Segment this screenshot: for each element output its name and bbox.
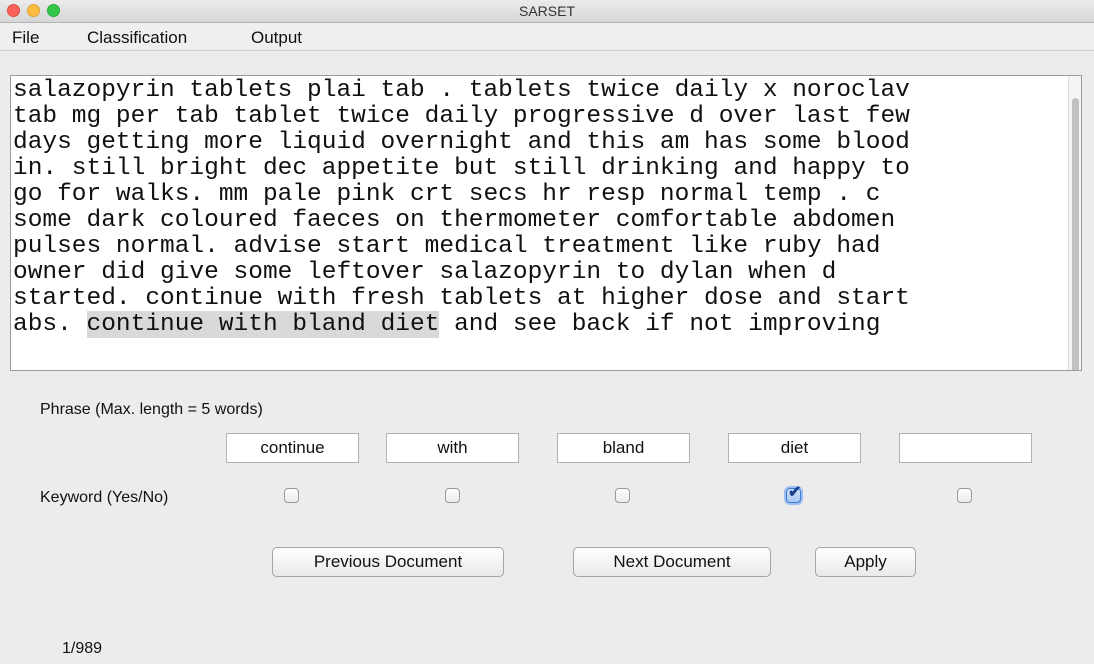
phrase-word-5-field[interactable]: [899, 433, 1032, 463]
apply-button[interactable]: Apply: [815, 547, 916, 577]
document-text: salazopyrin tablets plai tab . tablets t…: [13, 78, 1077, 338]
line-suffix: and see back if not improving: [439, 311, 881, 338]
phrase-word-2-field[interactable]: with: [386, 433, 519, 463]
document-line: tab mg per tab tablet twice daily progre…: [13, 103, 910, 130]
keyword-label: Keyword (Yes/No): [40, 489, 169, 506]
document-text-area[interactable]: salazopyrin tablets plai tab . tablets t…: [10, 75, 1082, 371]
next-document-button[interactable]: Next Document: [573, 547, 771, 577]
keyword-checkbox-1[interactable]: [284, 488, 299, 503]
title-bar: SARSET: [0, 0, 1094, 23]
document-line: go for walks. mm pale pink crt secs hr r…: [13, 181, 881, 208]
phrase-word-1-field[interactable]: continue: [226, 433, 359, 463]
line-prefix: abs.: [13, 311, 87, 338]
keyword-checkbox-5[interactable]: [957, 488, 972, 503]
menu-output[interactable]: Output: [251, 28, 302, 48]
previous-document-button[interactable]: Previous Document: [272, 547, 504, 577]
document-counter: 1/989: [62, 640, 103, 657]
keyword-checkbox-4[interactable]: ✔: [786, 484, 801, 503]
document-line: abs. continue with bland diet and see ba…: [13, 311, 1077, 338]
highlighted-phrase: continue with bland diet: [86, 311, 440, 338]
checkmark-icon: ✔: [788, 484, 802, 501]
document-line: owner did give some leftover salazopyrin…: [13, 259, 837, 286]
document-line: started. continue with fresh tablets at …: [13, 285, 910, 312]
keyword-checkbox-3[interactable]: [615, 488, 630, 503]
menu-file[interactable]: File: [12, 28, 39, 48]
menu-bar: File Classification Output: [0, 23, 1094, 51]
phrase-label: Phrase (Max. length = 5 words): [40, 401, 263, 418]
document-line: pulses normal. advise start medical trea…: [13, 233, 881, 260]
document-line: some dark coloured faeces on thermometer…: [13, 207, 896, 234]
window-title: SARSET: [518, 3, 575, 19]
phrase-word-4-field[interactable]: diet: [728, 433, 861, 463]
vertical-scrollbar[interactable]: [1068, 76, 1081, 370]
phrase-word-3-field[interactable]: bland: [557, 433, 690, 463]
scrollbar-thumb[interactable]: [1072, 98, 1079, 370]
document-line: days getting more liquid overnight and t…: [13, 129, 910, 156]
document-line: salazopyrin tablets plai tab . tablets t…: [13, 77, 910, 104]
menu-classification[interactable]: Classification: [87, 28, 187, 48]
keyword-checkbox-2[interactable]: [445, 488, 460, 503]
document-line: in. still bright dec appetite but still …: [13, 155, 910, 182]
